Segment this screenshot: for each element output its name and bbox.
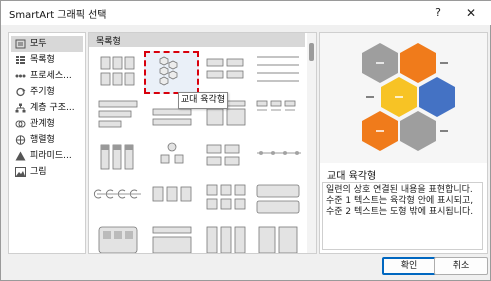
layout-gallery: 목록형 교대 육각형 <box>88 32 317 254</box>
preview-pane: 교대 육각형 일련의 상호 연결된 내용을 표현합니다. 수준 1 텍스트는 육… <box>319 32 488 254</box>
layout-tile[interactable] <box>201 53 251 93</box>
category-process[interactable]: 프로세스... <box>11 68 83 84</box>
layout-tile[interactable] <box>201 139 251 179</box>
circle-list-thumbnail <box>160 142 184 164</box>
close-button[interactable]: ✕ <box>462 4 480 22</box>
list-icon <box>16 56 25 64</box>
category-list-type[interactable]: 목록형 <box>11 52 83 68</box>
scrollbar-thumb[interactable] <box>309 43 314 61</box>
lined-list-thumbnail <box>257 56 299 82</box>
layout-tile[interactable] <box>147 181 197 221</box>
category-label: 계층 구조... <box>30 103 75 113</box>
layout-tile[interactable] <box>253 181 303 221</box>
layout-tile[interactable] <box>253 53 303 93</box>
layout-tile[interactable] <box>253 139 303 179</box>
description-line: 수준 2 텍스트는 도형 밖에 표시됩니다. <box>326 207 474 217</box>
picture-icon <box>15 167 26 177</box>
hierarchy-icon <box>15 103 26 113</box>
all-icon <box>15 39 26 49</box>
category-list: 모두 목록형 프로세스... 주기형 계층 구조... 관계형 행렬형 피라미드… <box>8 32 86 254</box>
category-pyramid[interactable]: 피라미드... <box>11 148 83 164</box>
timeline-list-thumbnail <box>257 151 301 155</box>
layout-tile-alternating-hexagons[interactable] <box>144 51 199 94</box>
gallery-scrollbar[interactable] <box>307 33 316 253</box>
wide-block-thumbnail <box>256 184 300 214</box>
layout-tile[interactable] <box>93 223 143 253</box>
category-relationship[interactable]: 관계형 <box>11 116 83 132</box>
relationship-icon <box>15 120 26 128</box>
category-label: 관계형 <box>30 119 55 129</box>
title-bar: SmartArt 그래픽 선택 ? ✕ <box>1 1 491 25</box>
layout-description: 일련의 상호 연결된 내용을 표현합니다. 수준 1 텍스트는 육각형 안에 표… <box>322 182 483 250</box>
vertical-bullet-thumbnail <box>100 144 134 170</box>
layout-preview <box>320 33 487 163</box>
process-icon <box>15 74 26 78</box>
smartart-dialog: SmartArt 그래픽 선택 ? ✕ 모두 목록형 프로세스... 주기형 계… <box>0 0 491 281</box>
bending-picture-thumbnail <box>93 189 141 199</box>
ok-button[interactable]: 확인 <box>382 257 436 275</box>
category-label: 주기형 <box>30 87 55 97</box>
framed-list-thumbnail <box>152 226 192 253</box>
column-list-thumbnail <box>206 226 246 253</box>
layout-tooltip: 교대 육각형 <box>178 92 228 109</box>
category-all[interactable]: 모두 <box>11 36 83 52</box>
help-button[interactable]: ? <box>429 4 447 22</box>
category-label: 피라미드... <box>30 151 72 161</box>
cancel-button[interactable]: 취소 <box>434 257 488 275</box>
bar-list-thumbnail <box>98 100 138 128</box>
layout-name: 교대 육각형 <box>327 171 377 182</box>
layout-tile[interactable] <box>147 139 197 179</box>
arrow-list-thumbnail <box>152 186 192 202</box>
nested-box-thumbnail <box>98 226 138 253</box>
alternating-hexagons-preview <box>362 43 455 151</box>
matrix-icon <box>15 135 26 145</box>
panel-list-thumbnail <box>258 226 298 253</box>
layout-tile[interactable] <box>201 181 251 221</box>
pyramid-icon <box>15 151 26 161</box>
category-label: 그림 <box>30 167 47 177</box>
layout-tile[interactable] <box>147 223 197 253</box>
cycle-icon <box>16 87 26 97</box>
gallery-section-label: 목록형 <box>96 37 121 47</box>
description-line: 수준 1 텍스트는 육각형 안에 표시되고, <box>326 196 474 206</box>
category-cycle[interactable]: 주기형 <box>11 84 83 100</box>
category-label: 목록형 <box>30 55 55 65</box>
layout-tile[interactable] <box>93 53 143 93</box>
grouped-list-thumbnail <box>206 58 244 79</box>
layout-tile[interactable] <box>253 223 303 253</box>
layout-tile[interactable] <box>93 97 143 137</box>
table-list-thumbnail <box>206 144 240 166</box>
hexagon-thumbnail <box>159 56 178 86</box>
gallery-section-header: 목록형 <box>89 33 305 47</box>
dialog-title: SmartArt 그래픽 선택 <box>9 10 107 21</box>
category-label: 모두 <box>30 39 47 49</box>
category-label: 행렬형 <box>30 135 55 145</box>
layout-tile[interactable] <box>93 181 143 221</box>
category-matrix[interactable]: 행렬형 <box>11 132 83 148</box>
vertical-box-list-thumbnail <box>100 56 135 86</box>
category-picture[interactable]: 그림 <box>11 164 83 180</box>
layout-tile[interactable] <box>253 97 303 137</box>
layout-tile[interactable] <box>93 139 143 179</box>
description-line: 일련의 상호 연결된 내용을 표현합니다. <box>326 185 473 195</box>
category-label: 프로세스... <box>30 71 72 81</box>
category-hierarchy[interactable]: 계층 구조... <box>11 100 83 116</box>
grid-list-thumbnail <box>206 184 246 210</box>
layout-tile[interactable] <box>201 223 251 253</box>
tab-list-thumbnail <box>256 100 296 111</box>
